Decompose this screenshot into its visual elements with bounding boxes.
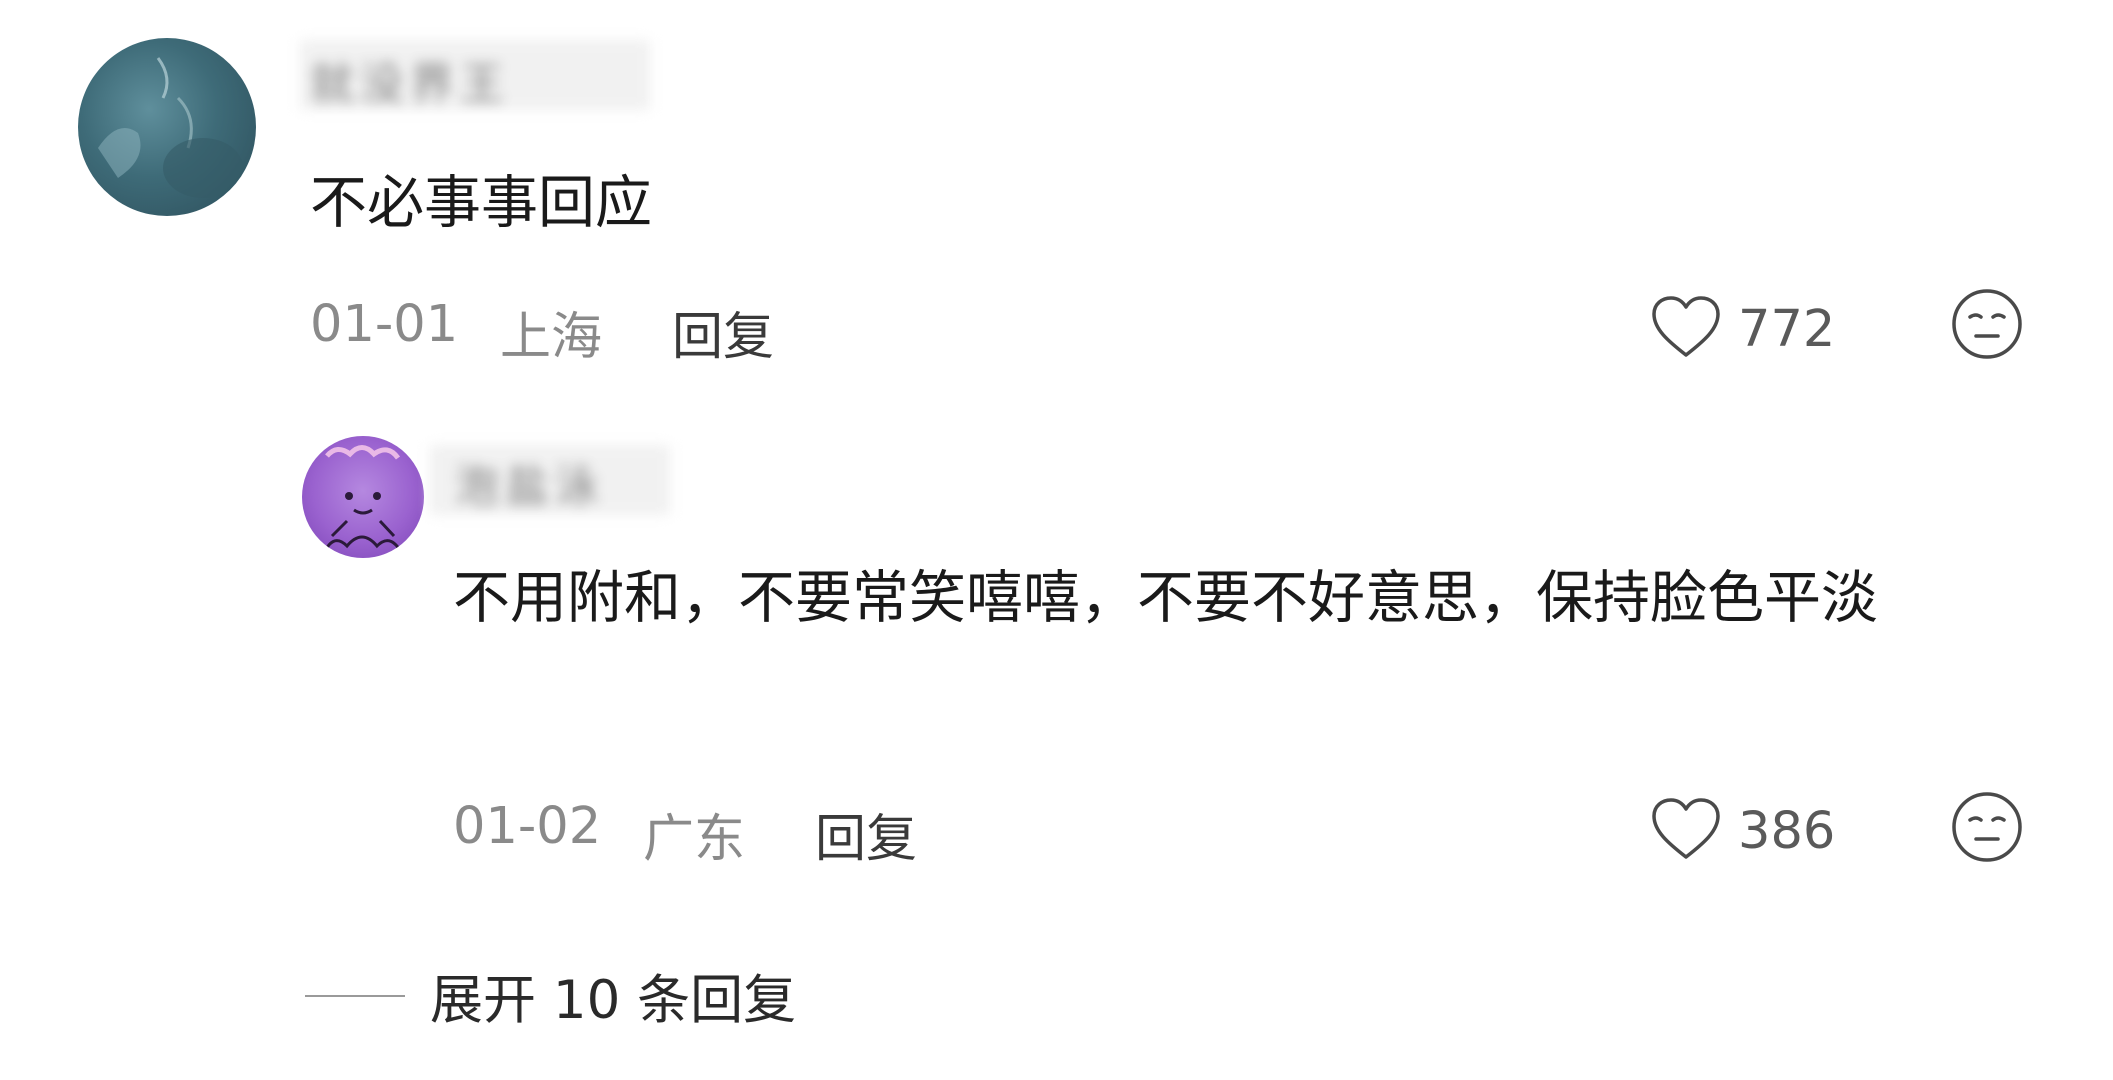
heart-outline-icon [1648,293,1724,365]
reply-reply-button[interactable]: 回复 [815,797,917,871]
replier-username[interactable]: 泡盐泳 [455,450,605,514]
reply-location: 广东 [643,810,746,869]
commenter-avatar[interactable] [78,38,256,216]
replier-avatar[interactable] [302,436,424,558]
comment-reply-button[interactable]: 回复 [672,295,774,369]
reply-text: 不用附和，不要常笑嘻嘻，不要不好意思，保持脸色平淡 [453,565,1878,631]
expand-divider [305,995,405,997]
comment-like-count: 772 [1738,299,1836,359]
reply-like-count: 386 [1738,801,1836,861]
neutral-face-icon [1950,792,2024,868]
comment-reaction-button[interactable] [1950,287,2024,365]
neutral-face-icon [1950,289,2024,365]
comment-location: 上海 [500,308,603,367]
comment-like-button[interactable]: 772 [1648,293,1835,365]
reply-date: 01-02 [453,797,602,856]
comment-date: 01-01 [310,295,459,354]
reply-reaction-button[interactable] [1950,790,2024,868]
reply-like-button[interactable]: 386 [1648,795,1835,867]
commenter-username[interactable]: 就没界王 [310,48,510,112]
comment-text: 不必事事回应 [310,170,652,236]
heart-outline-icon [1648,795,1724,867]
expand-replies-button[interactable]: 展开 10 条回复 [430,958,796,1034]
